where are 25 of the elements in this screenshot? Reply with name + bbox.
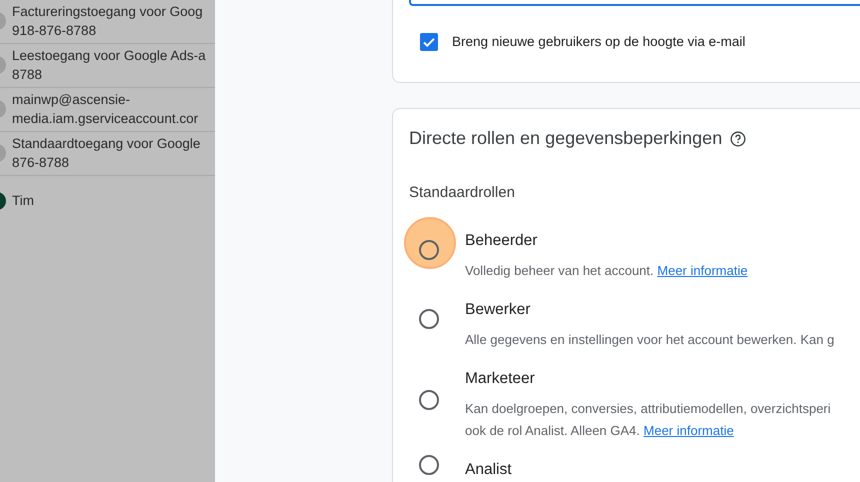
radio-button[interactable]: [419, 309, 439, 330]
section-label: Standaardrollen: [409, 183, 516, 203]
radio-button[interactable]: [419, 390, 439, 410]
role-name: Marketeer: [465, 369, 536, 389]
user-name: Tim: [12, 192, 34, 210]
more-info-link[interactable]: Meer informatie: [644, 423, 734, 438]
radio-button[interactable]: [419, 454, 439, 475]
checkbox-label: Breng nieuwe gebruikers op de hoogte via e-mail: [452, 33, 746, 51]
user-name: Standaardtoegang voor Google 876-8788: [12, 135, 200, 172]
user-name: Leestoegang voor Google Ads-a 8788: [12, 47, 206, 84]
role-description: Alle gegevens en instellingen voor het account bewerken. Kan g: [465, 331, 834, 349]
user-list-item[interactable]: Tim: [0, 176, 215, 226]
radio-button[interactable]: [419, 240, 439, 260]
more-info-link[interactable]: Meer informatie: [657, 262, 748, 278]
user-name: Factureringstoegang voor Goog 918-876-8788: [12, 3, 203, 40]
role-description: Kan doelgroepen, conversies, attributiemodellen, overzichtsperi ook de rol Analist. Alleen GA4. Meer informatie: [465, 400, 831, 440]
input-field[interactable]: [409, 0, 860, 6]
checkbox[interactable]: [420, 33, 438, 52]
role-name: Beheerder: [465, 230, 538, 250]
role-name: Bewerker: [465, 300, 532, 320]
help-icon[interactable]: [730, 130, 746, 146]
card-title: Directe rollen en gegevensbeperkingen: [409, 127, 722, 150]
role-description: Volledig beheer van het account. Meer informatie: [465, 262, 748, 280]
role-name: Analist: [465, 460, 512, 480]
user-name: mainwp@ascensie- media.iam.gserviceaccount.cor: [12, 91, 198, 128]
